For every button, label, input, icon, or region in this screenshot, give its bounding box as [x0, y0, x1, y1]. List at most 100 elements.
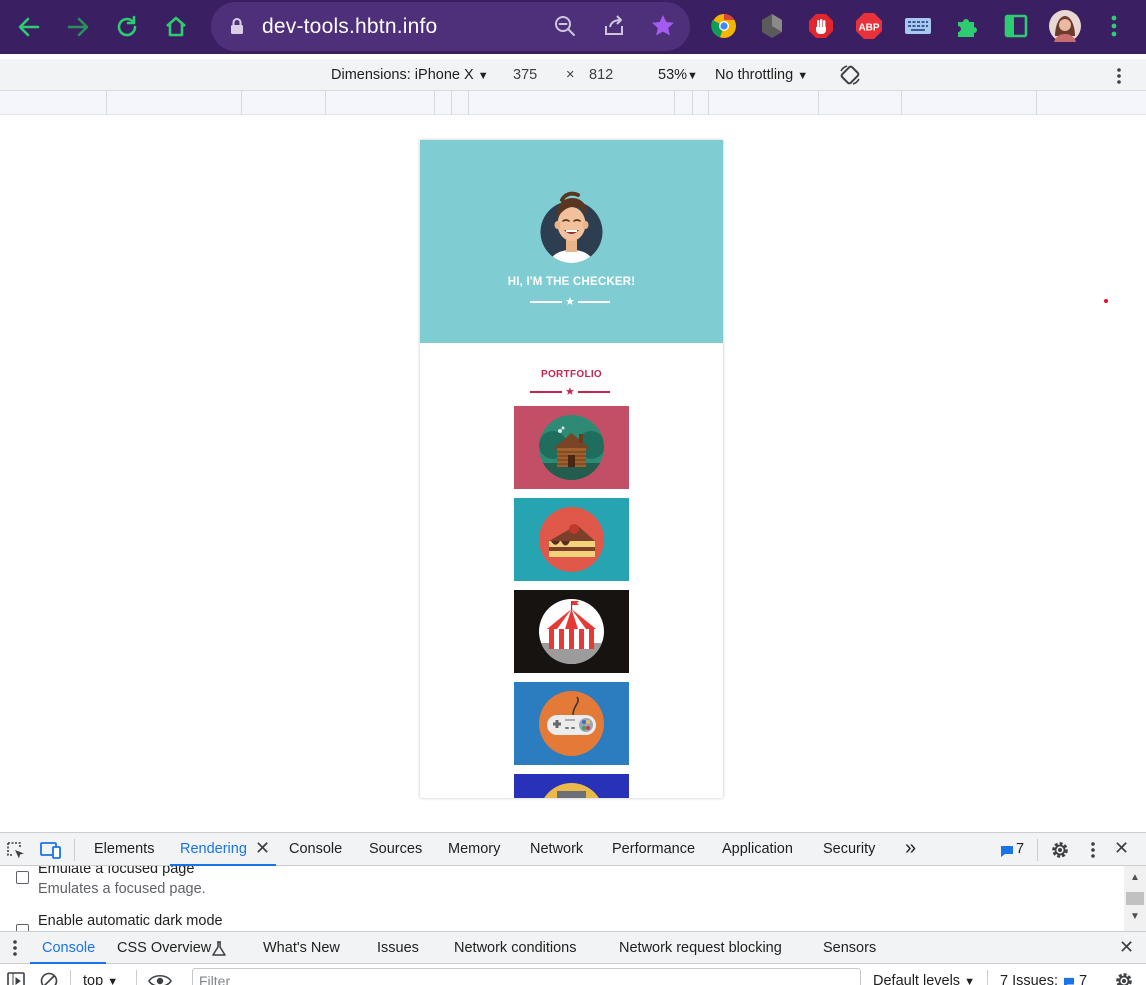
avatar-icon — [540, 191, 603, 263]
zoom-select[interactable]: 53%▼ — [658, 67, 698, 83]
issues-icon[interactable] — [1000, 845, 1014, 857]
inspect-element-icon[interactable] — [6, 841, 26, 861]
profile-avatar[interactable] — [1049, 10, 1081, 42]
address-bar[interactable]: dev-tools.hbtn.info — [211, 2, 690, 51]
chrome-icon[interactable] — [710, 12, 738, 40]
option-description: Emulates a focused page. — [38, 881, 206, 897]
tab-network[interactable]: Network — [530, 841, 583, 857]
circus-tent-icon — [539, 599, 604, 664]
issues-count[interactable]: 7 — [1016, 841, 1024, 857]
tab-memory[interactable]: Memory — [448, 841, 500, 857]
issues-summary[interactable]: 7 Issues: — [1000, 973, 1058, 985]
rotate-icon[interactable] — [838, 63, 862, 87]
drawer-tab-whats-new[interactable]: What's New — [263, 940, 340, 956]
throttling-label: No throttling — [715, 67, 794, 83]
divider-line — [530, 391, 562, 393]
height-input[interactable]: 812 — [589, 67, 613, 83]
width-input[interactable]: 375 — [513, 67, 537, 83]
separator — [74, 839, 75, 861]
shield-dark-icon[interactable] — [758, 12, 786, 40]
drawer-menu-icon[interactable] — [13, 940, 17, 956]
zoom-out-icon[interactable] — [553, 14, 577, 38]
cursor-dot — [1104, 299, 1108, 303]
portfolio-title: PORTFOLIO — [540, 369, 603, 380]
divider-line — [530, 301, 562, 303]
separator — [70, 970, 71, 985]
separator — [136, 970, 137, 985]
drawer-tabbar: Console CSS Overview What's New Issues N… — [0, 931, 1146, 964]
console-toolbar: top ▼ Default levels ▼ 7 Issues: 7 — [0, 964, 1146, 985]
tab-application[interactable]: Application — [722, 841, 793, 857]
media-query-ruler[interactable] — [0, 91, 1146, 115]
sidebar-toggle-icon[interactable] — [7, 972, 25, 985]
portfolio-item-safe[interactable] — [514, 774, 629, 798]
rendering-scrollbar[interactable]: ▲ ▼ — [1124, 866, 1146, 931]
phone-screen: HI, I'M THE CHECKER! ★ PORTFOLIO ★ — [420, 140, 723, 798]
tab-security[interactable]: Security — [823, 841, 875, 857]
puzzle-icon[interactable] — [953, 12, 981, 40]
drawer-tab-css-overview[interactable]: CSS Overview — [117, 940, 211, 956]
issues-badge: 7 — [1079, 973, 1088, 985]
scroll-thumb[interactable] — [1126, 892, 1144, 905]
caret-down-icon: ▼ — [477, 70, 489, 82]
device-select[interactable]: Dimensions: iPhone X ▼ — [331, 67, 489, 83]
more-tabs-icon[interactable]: » — [905, 837, 916, 860]
drawer-tab-console[interactable]: Console — [42, 940, 95, 956]
device-mode-icon[interactable] — [40, 841, 62, 859]
url-text: dev-tools.hbtn.info — [262, 15, 438, 38]
portfolio-item-cake[interactable] — [514, 498, 629, 581]
forward-icon[interactable] — [63, 12, 93, 42]
back-icon[interactable] — [14, 12, 44, 42]
experiment-flask-icon — [212, 941, 226, 956]
tab-performance[interactable]: Performance — [612, 841, 695, 857]
drawer-tab-issues[interactable]: Issues — [377, 940, 419, 956]
hero-title: HI, I'M THE CHECKER! — [507, 276, 636, 288]
sidebar-icon[interactable] — [1002, 12, 1030, 40]
close-devtools-icon[interactable]: ✕ — [1114, 838, 1129, 859]
reload-icon[interactable] — [112, 12, 142, 42]
context-select[interactable]: top ▼ — [83, 973, 118, 985]
tab-console[interactable]: Console — [289, 841, 342, 857]
drawer-tab-network-request-blocking[interactable]: Network request blocking — [619, 940, 782, 956]
context-label: top — [83, 973, 104, 985]
stop-hand-icon[interactable] — [807, 12, 835, 40]
close-tab-icon[interactable]: ✕ — [255, 838, 270, 859]
devtools-more-icon[interactable] — [1091, 842, 1095, 858]
chrome-menu-icon[interactable] — [1100, 12, 1128, 40]
emulate-focused-checkbox[interactable] — [16, 871, 29, 884]
log-levels-select[interactable]: Default levels ▼ — [873, 973, 975, 985]
settings-gear-icon[interactable] — [1050, 840, 1070, 860]
tab-sources[interactable]: Sources — [369, 841, 422, 857]
close-drawer-icon[interactable]: ✕ — [1119, 937, 1134, 958]
share-icon[interactable] — [602, 14, 626, 38]
tab-elements[interactable]: Elements — [94, 841, 154, 857]
keyboard-icon[interactable] — [904, 12, 932, 40]
bookmark-star-icon[interactable] — [650, 13, 676, 39]
adblock-plus-icon[interactable]: ABP — [855, 12, 883, 40]
auto-dark-mode-checkbox[interactable] — [16, 924, 29, 931]
scroll-down-icon[interactable]: ▼ — [1130, 911, 1140, 922]
clear-console-icon[interactable] — [40, 972, 58, 985]
throttling-select[interactable]: No throttling ▼ — [715, 67, 808, 83]
browser-toolbar: dev-tools.hbtn.info ABP — [0, 0, 1146, 54]
tab-rendering[interactable]: Rendering — [180, 841, 247, 857]
emulated-viewport: HI, I'M THE CHECKER! ★ PORTFOLIO ★ — [0, 116, 1146, 832]
lock-icon — [231, 18, 243, 34]
home-icon[interactable] — [161, 12, 191, 42]
eye-icon[interactable] — [148, 973, 172, 985]
console-filter[interactable] — [192, 968, 861, 985]
option-label: Emulate a focused page — [38, 866, 195, 877]
portfolio-item-cabin[interactable] — [514, 406, 629, 489]
divider-line — [577, 391, 610, 393]
portfolio-item-circus[interactable] — [514, 590, 629, 673]
portfolio-item-gamepad[interactable] — [514, 682, 629, 765]
cabin-icon — [539, 415, 604, 480]
console-settings-gear-icon[interactable] — [1114, 971, 1134, 985]
device-more-icon[interactable] — [1117, 68, 1121, 84]
drawer-tab-network-conditions[interactable]: Network conditions — [454, 940, 577, 956]
filter-input[interactable] — [193, 969, 860, 985]
levels-label: Default levels — [873, 973, 961, 985]
drawer-tab-sensors[interactable]: Sensors — [823, 940, 876, 956]
scroll-up-icon[interactable]: ▲ — [1130, 872, 1140, 883]
safe-icon — [539, 783, 604, 798]
